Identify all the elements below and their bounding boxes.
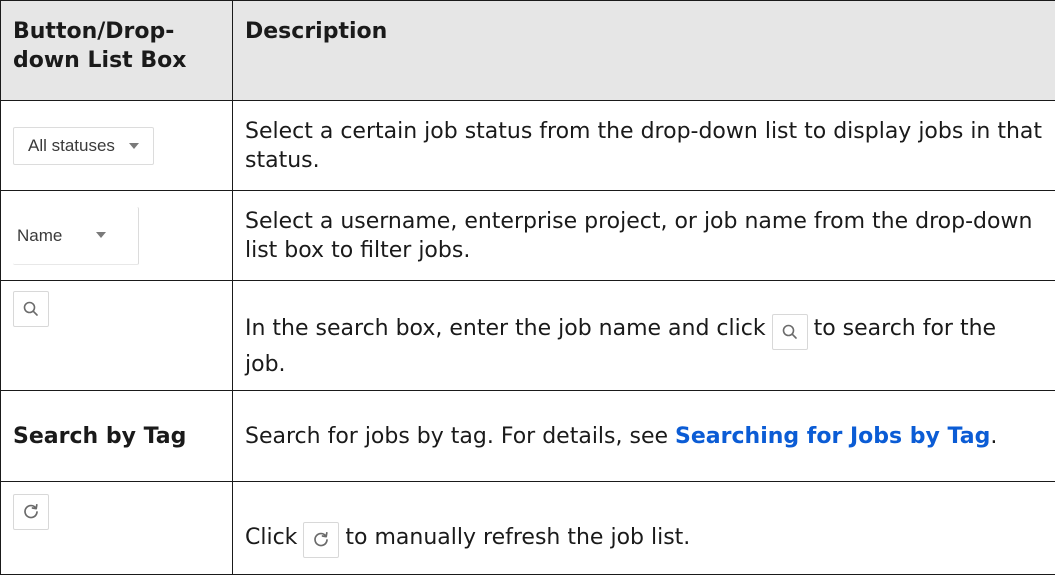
control-cell: Search by Tag xyxy=(1,391,233,482)
header-control: Button/Drop-down List Box xyxy=(1,1,233,101)
searching-for-jobs-by-tag-link[interactable]: Searching for Jobs by Tag xyxy=(675,424,990,449)
search-button-inline xyxy=(772,314,808,350)
dropdown-value: Name xyxy=(17,221,62,250)
refresh-icon xyxy=(311,530,331,550)
description-cell: Search for jobs by tag. For details, see… xyxy=(233,391,1055,482)
description-cell: Select a certain job status from the dro… xyxy=(233,101,1055,191)
control-cell xyxy=(1,482,233,575)
name-dropdown[interactable]: Name xyxy=(13,207,139,265)
description-cell: Select a username, enterprise project, o… xyxy=(233,191,1055,281)
search-button[interactable] xyxy=(13,291,49,327)
table-row: Click to manually refresh the job list. xyxy=(1,482,1055,575)
table-header-row: Button/Drop-down List Box Description xyxy=(1,1,1055,101)
table-row: Search by Tag Search for jobs by tag. Fo… xyxy=(1,391,1055,482)
table-row: All statuses Select a certain job status… xyxy=(1,101,1055,191)
all-statuses-dropdown[interactable]: All statuses xyxy=(13,127,154,165)
description-cell: Click to manually refresh the job list. xyxy=(233,482,1055,575)
control-cell xyxy=(1,281,233,391)
refresh-button-inline xyxy=(303,522,339,558)
description-text: Click xyxy=(245,525,297,550)
description-text: In the search box, enter the job name an… xyxy=(245,316,766,341)
chevron-down-icon xyxy=(129,143,139,149)
search-icon xyxy=(22,300,40,318)
table-row: Name Select a username, enterprise proje… xyxy=(1,191,1055,281)
refresh-icon xyxy=(21,502,41,522)
description-text: Search for jobs by tag. For details, see xyxy=(245,424,675,449)
dropdown-value: All statuses xyxy=(28,131,115,160)
control-cell: All statuses xyxy=(1,101,233,191)
chevron-down-icon xyxy=(96,232,106,238)
description-text: to manually refresh the job list. xyxy=(345,525,690,550)
refresh-button[interactable] xyxy=(13,494,49,530)
description-cell: In the search box, enter the job name an… xyxy=(233,281,1055,391)
description-text: . xyxy=(990,424,997,449)
control-description-table: Button/Drop-down List Box Description Al… xyxy=(0,0,1055,575)
table-row: In the search box, enter the job name an… xyxy=(1,281,1055,391)
search-icon xyxy=(781,323,799,341)
control-cell: Name xyxy=(1,191,233,281)
header-description: Description xyxy=(233,1,1055,101)
